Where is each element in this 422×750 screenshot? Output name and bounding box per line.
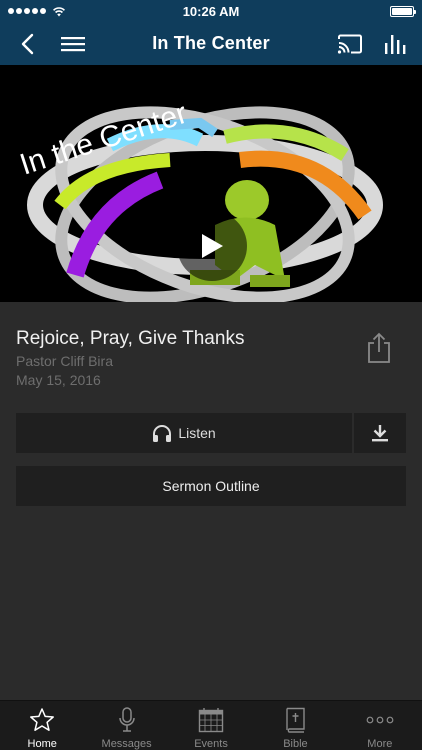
sermon-outline-button[interactable]: Sermon Outline [16, 466, 406, 506]
share-icon [368, 332, 390, 363]
back-button[interactable] [12, 22, 42, 65]
chevron-left-icon [21, 33, 34, 54]
signal-area [8, 6, 66, 17]
tab-more[interactable]: More [338, 701, 422, 750]
tab-bible[interactable]: Bible [253, 701, 337, 750]
star-icon [30, 708, 55, 731]
more-dots-icon [366, 716, 394, 724]
tab-more-label: More [367, 738, 393, 750]
wifi-icon [53, 6, 65, 16]
cast-icon [337, 34, 362, 54]
listen-label: Listen [178, 425, 216, 441]
tab-events-label: Events [194, 738, 228, 750]
tab-home[interactable]: Home [0, 701, 84, 750]
tab-bible-label: Bible [283, 738, 308, 750]
play-icon [202, 234, 223, 258]
listen-button[interactable]: Listen [16, 413, 352, 453]
battery-icon [390, 5, 416, 17]
sermon-title: Rejoice, Pray, Give Thanks [16, 328, 245, 349]
menu-button[interactable] [58, 22, 88, 65]
cast-button[interactable] [335, 22, 365, 65]
headphones-icon [153, 425, 172, 442]
share-button[interactable] [366, 332, 392, 364]
status-bar: 10:26 AM [0, 0, 422, 22]
audio-levels-button[interactable] [380, 22, 410, 65]
hamburger-menu-icon [61, 36, 85, 51]
download-button[interactable] [354, 413, 406, 453]
nav-bar: In The Center [0, 22, 422, 65]
download-icon [372, 425, 388, 442]
calendar-icon [198, 708, 224, 733]
play-button[interactable] [177, 211, 247, 281]
tab-home-label: Home [27, 738, 57, 750]
bible-icon [286, 707, 306, 733]
microphone-icon [118, 707, 135, 732]
tab-messages-label: Messages [101, 738, 152, 750]
tab-events[interactable]: Events [169, 701, 253, 750]
equalizer-icon [385, 34, 406, 54]
signal-strength-icon [8, 8, 46, 14]
tab-messages[interactable]: Messages [84, 701, 168, 750]
listen-actions: Listen [16, 413, 406, 453]
tab-bar: Home Messages Events Bible More [0, 700, 422, 750]
sermon-date: May 15, 2016 [16, 372, 101, 388]
sermon-artwork: In the Center [0, 65, 422, 302]
sermon-speaker: Pastor Cliff Bira [16, 353, 113, 369]
